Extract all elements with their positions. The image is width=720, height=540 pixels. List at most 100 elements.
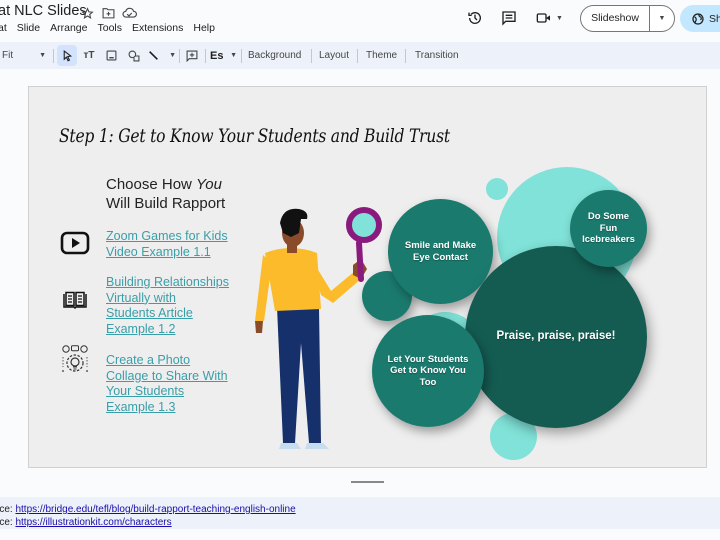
share-label: Sh bbox=[709, 12, 720, 25]
add-comment-button[interactable] bbox=[183, 42, 201, 69]
bubble-label: Let Your Students Get to Know You Too bbox=[387, 353, 469, 388]
insert-image-button[interactable] bbox=[102, 42, 120, 69]
link-line: Video Example 1.1 bbox=[106, 244, 211, 259]
image-icon bbox=[106, 50, 116, 61]
notes-link[interactable]: https://bridge.edu/tefl/blog/build-rappo… bbox=[15, 504, 295, 515]
line-button[interactable]: ▼ bbox=[148, 42, 176, 69]
slide[interactable]: Step 1: Get to Know Your Students and Bu… bbox=[28, 86, 707, 468]
document-title[interactable]: at NLC Slides bbox=[0, 3, 87, 19]
video-play-icon bbox=[59, 231, 91, 255]
star-icon[interactable] bbox=[79, 5, 95, 21]
notes-resize-handle[interactable] bbox=[351, 481, 384, 483]
decor-bubble bbox=[486, 178, 508, 200]
menu-slide[interactable]: Slide bbox=[12, 22, 45, 34]
link-line: Your Students bbox=[106, 384, 185, 398]
cloud-saved-icon[interactable] bbox=[121, 5, 137, 21]
line-icon bbox=[149, 51, 158, 60]
link-line: Create a Photo bbox=[106, 353, 191, 367]
magnifier-handle bbox=[356, 240, 364, 282]
subtitle-text: Choose How bbox=[106, 176, 197, 193]
character-pants bbox=[277, 307, 321, 443]
move-to-folder-icon[interactable] bbox=[100, 5, 116, 21]
notes-prefix: rce: bbox=[0, 504, 13, 515]
toolbar-divider bbox=[53, 49, 54, 63]
add-comment-icon bbox=[186, 50, 198, 62]
toolbar-divider bbox=[205, 49, 206, 63]
bubble-let-know[interactable]: Let Your Students Get to Know You Too bbox=[372, 315, 484, 427]
subtitle-line-2: Will Build Rapport bbox=[106, 195, 226, 212]
shape-button[interactable] bbox=[125, 42, 143, 69]
menu-arrange[interactable]: Arrange bbox=[45, 22, 92, 34]
bubble-praise[interactable]: Praise, praise, praise! bbox=[465, 246, 647, 428]
chevron-down-icon: ▼ bbox=[39, 52, 46, 59]
link-line: Building Relationships bbox=[106, 275, 229, 289]
zoom-select[interactable]: Fit ▼ bbox=[2, 42, 46, 69]
bubble-icebreakers[interactable]: Do Some Fun Icebreakers bbox=[570, 190, 647, 267]
title-bar: at NLC Slides at Slide Arrange Tools Ext… bbox=[0, 0, 720, 40]
chevron-down-icon: ▼ bbox=[169, 52, 176, 59]
shape-icon bbox=[128, 50, 140, 61]
resource-link-collage[interactable]: Create a Photo Collage to Share With You… bbox=[106, 353, 256, 415]
bubble-label: Praise, praise, praise! bbox=[496, 330, 616, 343]
character-with-magnifier-illustration[interactable] bbox=[247, 203, 387, 463]
link-line: Collage to Share With bbox=[106, 368, 228, 383]
text-box-icon: тT bbox=[83, 50, 95, 61]
notes-link[interactable]: https://illustrationkit.com/characters bbox=[15, 517, 171, 528]
input-tools-label: Es bbox=[210, 49, 224, 62]
link-line: Zoom Games for Kids bbox=[106, 229, 228, 243]
chevron-down-icon: ▼ bbox=[230, 52, 237, 59]
menu-format[interactable]: at bbox=[0, 22, 12, 34]
slide-subtitle[interactable]: Choose How You Will Build Rapport bbox=[106, 175, 225, 213]
chevron-down-icon: ▼ bbox=[658, 15, 666, 22]
layout-button[interactable]: Layout bbox=[319, 42, 349, 69]
chevron-down-icon: ▼ bbox=[556, 14, 563, 22]
notes-prefix: rce: bbox=[0, 516, 13, 528]
background-button[interactable]: Background bbox=[248, 42, 301, 69]
toolbar-divider bbox=[241, 49, 242, 63]
version-history-icon[interactable] bbox=[465, 8, 485, 28]
link-line: Example 1.3 bbox=[106, 399, 176, 414]
slide-title[interactable]: Step 1: Get to Know Your Students and Bu… bbox=[59, 125, 450, 147]
toolbar: Fit ▼ тT ▼ Es ▼ Background Layout Theme … bbox=[0, 42, 720, 69]
transition-button[interactable]: Transition bbox=[415, 42, 459, 69]
theme-button[interactable]: Theme bbox=[366, 42, 397, 69]
globe-icon bbox=[692, 12, 704, 25]
magnifier-lens bbox=[346, 207, 382, 243]
menu-extensions[interactable]: Extensions bbox=[127, 22, 188, 34]
zoom-value: Fit bbox=[2, 50, 14, 61]
text-box-button[interactable]: тT bbox=[80, 42, 98, 69]
slideshow-button-group: Slideshow ▼ bbox=[580, 5, 675, 32]
comments-icon[interactable] bbox=[499, 8, 519, 28]
notes-source-line: rce: https://illustrationkit.com/charact… bbox=[0, 517, 716, 530]
character-left-hand bbox=[255, 321, 263, 333]
resource-link-video[interactable]: Zoom Games for Kids Video Example 1.1 bbox=[106, 229, 256, 260]
menu-tools[interactable]: Tools bbox=[92, 22, 127, 34]
slideshow-options-dropdown[interactable]: ▼ bbox=[650, 15, 674, 22]
idea-gear-icon bbox=[59, 344, 91, 376]
toolbar-divider bbox=[357, 49, 358, 63]
open-book-icon bbox=[59, 291, 91, 309]
toolbar-divider bbox=[179, 49, 180, 63]
menu-help[interactable]: Help bbox=[188, 22, 220, 34]
character-shoe bbox=[305, 443, 329, 449]
slideshow-button[interactable]: Slideshow bbox=[581, 6, 650, 31]
link-line: Virtually with bbox=[106, 290, 176, 305]
bubble-label: Do Some Fun Icebreakers bbox=[582, 211, 635, 246]
video-call-icon bbox=[536, 13, 550, 23]
character-shoe bbox=[279, 443, 301, 449]
toolbar-divider bbox=[405, 49, 406, 63]
notes-source-line: rce: https://bridge.edu/tefl/blog/build-… bbox=[0, 504, 716, 517]
video-call-button[interactable]: ▼ bbox=[536, 8, 566, 28]
link-line: Students Article bbox=[106, 306, 193, 320]
link-line: Example 1.2 bbox=[106, 321, 176, 336]
character-shirt bbox=[265, 248, 321, 311]
toolbar-divider bbox=[311, 49, 312, 63]
input-tools-button[interactable]: Es ▼ bbox=[210, 42, 237, 69]
speaker-notes[interactable]: rce: https://bridge.edu/tefl/blog/build-… bbox=[0, 497, 720, 529]
menu-bar: at Slide Arrange Tools Extensions Help bbox=[0, 22, 220, 34]
share-button[interactable]: Sh bbox=[680, 5, 720, 32]
select-tool-button[interactable] bbox=[57, 45, 77, 66]
subtitle-emphasis: You bbox=[196, 176, 222, 193]
resource-link-article[interactable]: Building Relationships Virtually with St… bbox=[106, 275, 256, 337]
cursor-arrow-icon bbox=[63, 49, 72, 61]
